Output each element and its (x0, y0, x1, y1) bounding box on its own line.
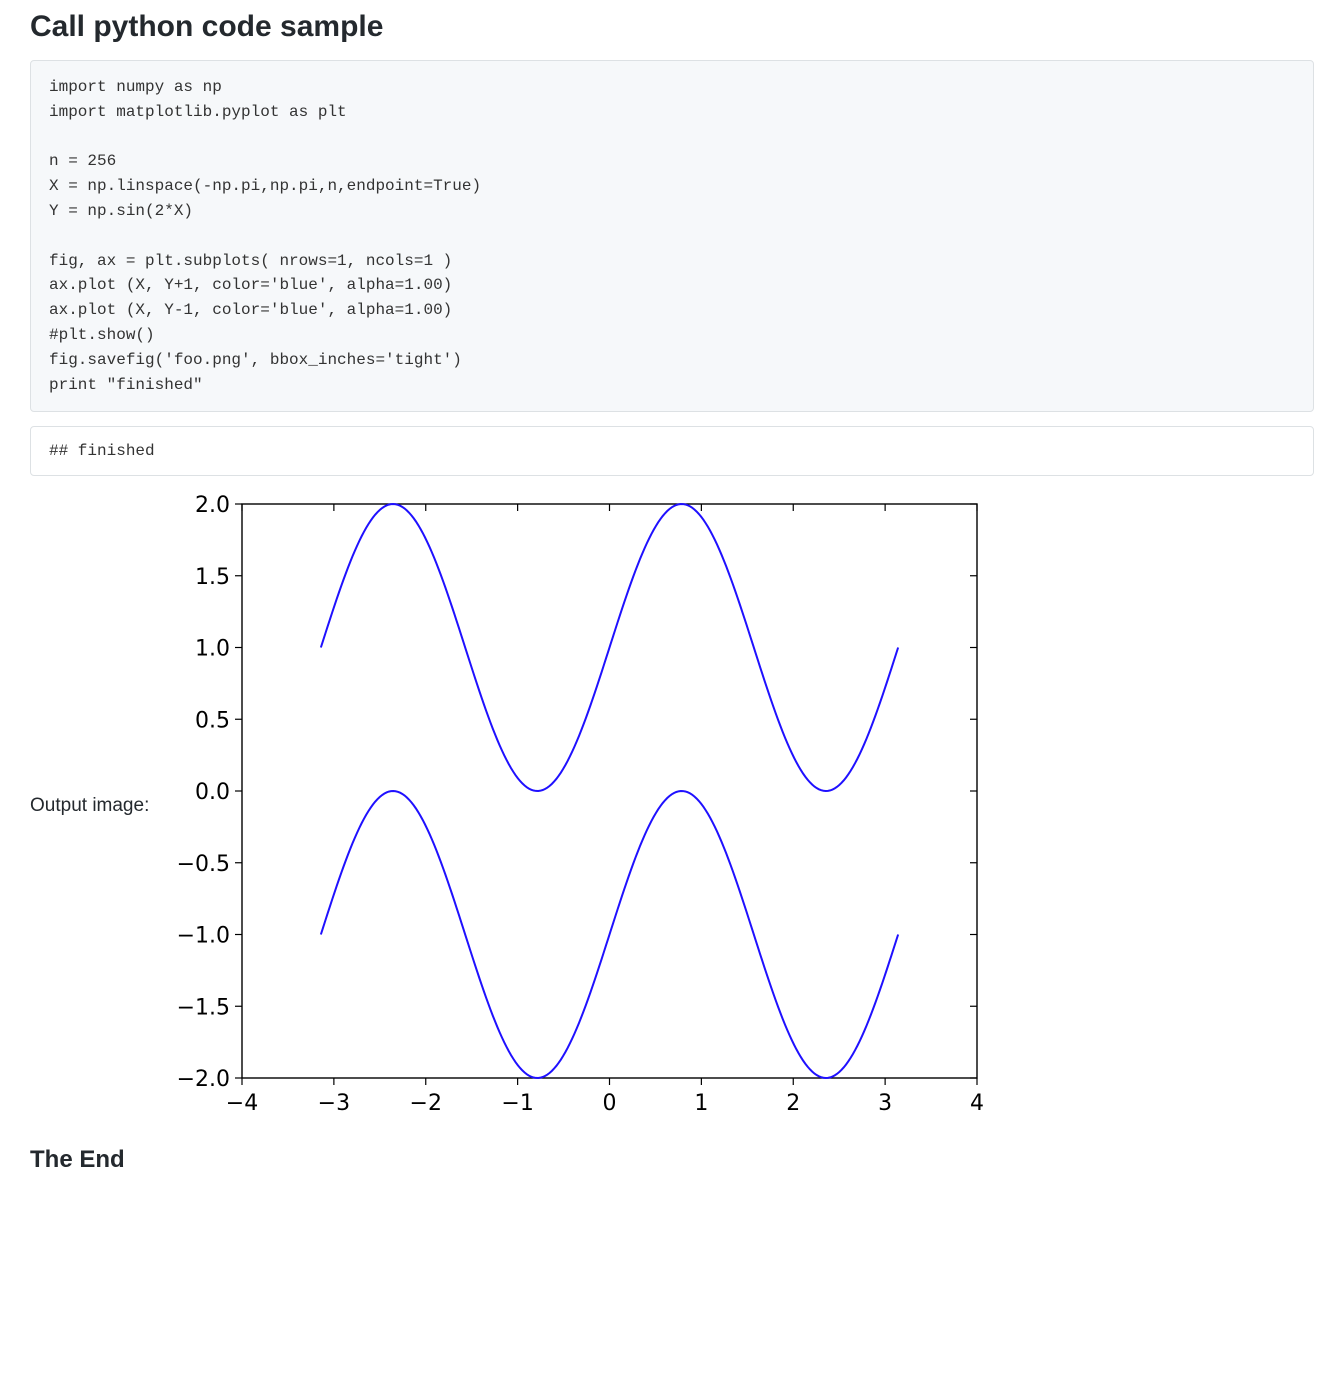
x-axis: −4 −3 −2 −1 0 1 2 3 4 (226, 504, 984, 1116)
output-chart: −4 −3 −2 −1 0 1 2 3 4 −2.0 −1.5 −1.0 −0.5 0.0 0.5 1.0 1.… (167, 486, 997, 1126)
svg-text:−0.5: −0.5 (177, 852, 230, 877)
svg-text:1.5: 1.5 (195, 565, 230, 590)
section-heading: Call python code sample (30, 10, 1314, 44)
svg-text:0.5: 0.5 (195, 709, 230, 734)
svg-text:1: 1 (695, 1091, 709, 1116)
svg-text:2: 2 (787, 1091, 801, 1116)
svg-text:−1.5: −1.5 (177, 996, 230, 1021)
svg-text:3: 3 (878, 1091, 892, 1116)
svg-text:−2.0: −2.0 (177, 1067, 230, 1092)
svg-text:1.0: 1.0 (195, 637, 230, 662)
svg-text:2.0: 2.0 (195, 493, 230, 518)
svg-text:−1: −1 (502, 1091, 534, 1116)
svg-text:4: 4 (970, 1091, 984, 1116)
chart-frame (242, 504, 977, 1078)
svg-text:−3: −3 (318, 1091, 350, 1116)
output-image-label: Output image: (30, 795, 149, 817)
output-image-row: Output image: −4−3−2−101234−2.0−1.5−1.0−… (30, 486, 1314, 1126)
svg-text:−1.0: −1.0 (177, 924, 230, 949)
series-sin(2x)+1 (321, 504, 898, 791)
page-root: Call python code sample import numpy as … (0, 10, 1344, 1214)
end-heading: The End (30, 1146, 1314, 1174)
y-axis: −2.0 −1.5 −1.0 −0.5 0.0 0.5 1.0 1.5 2.0 (177, 493, 977, 1092)
svg-text:0: 0 (603, 1091, 617, 1116)
svg-text:−2: −2 (410, 1091, 442, 1116)
output-text-block: ## finished (30, 426, 1314, 476)
series-sin(2x)-1 (321, 791, 898, 1078)
svg-text:0.0: 0.0 (195, 780, 230, 805)
code-block: import numpy as np import matplotlib.pyp… (30, 60, 1314, 412)
svg-text:−4: −4 (226, 1091, 258, 1116)
